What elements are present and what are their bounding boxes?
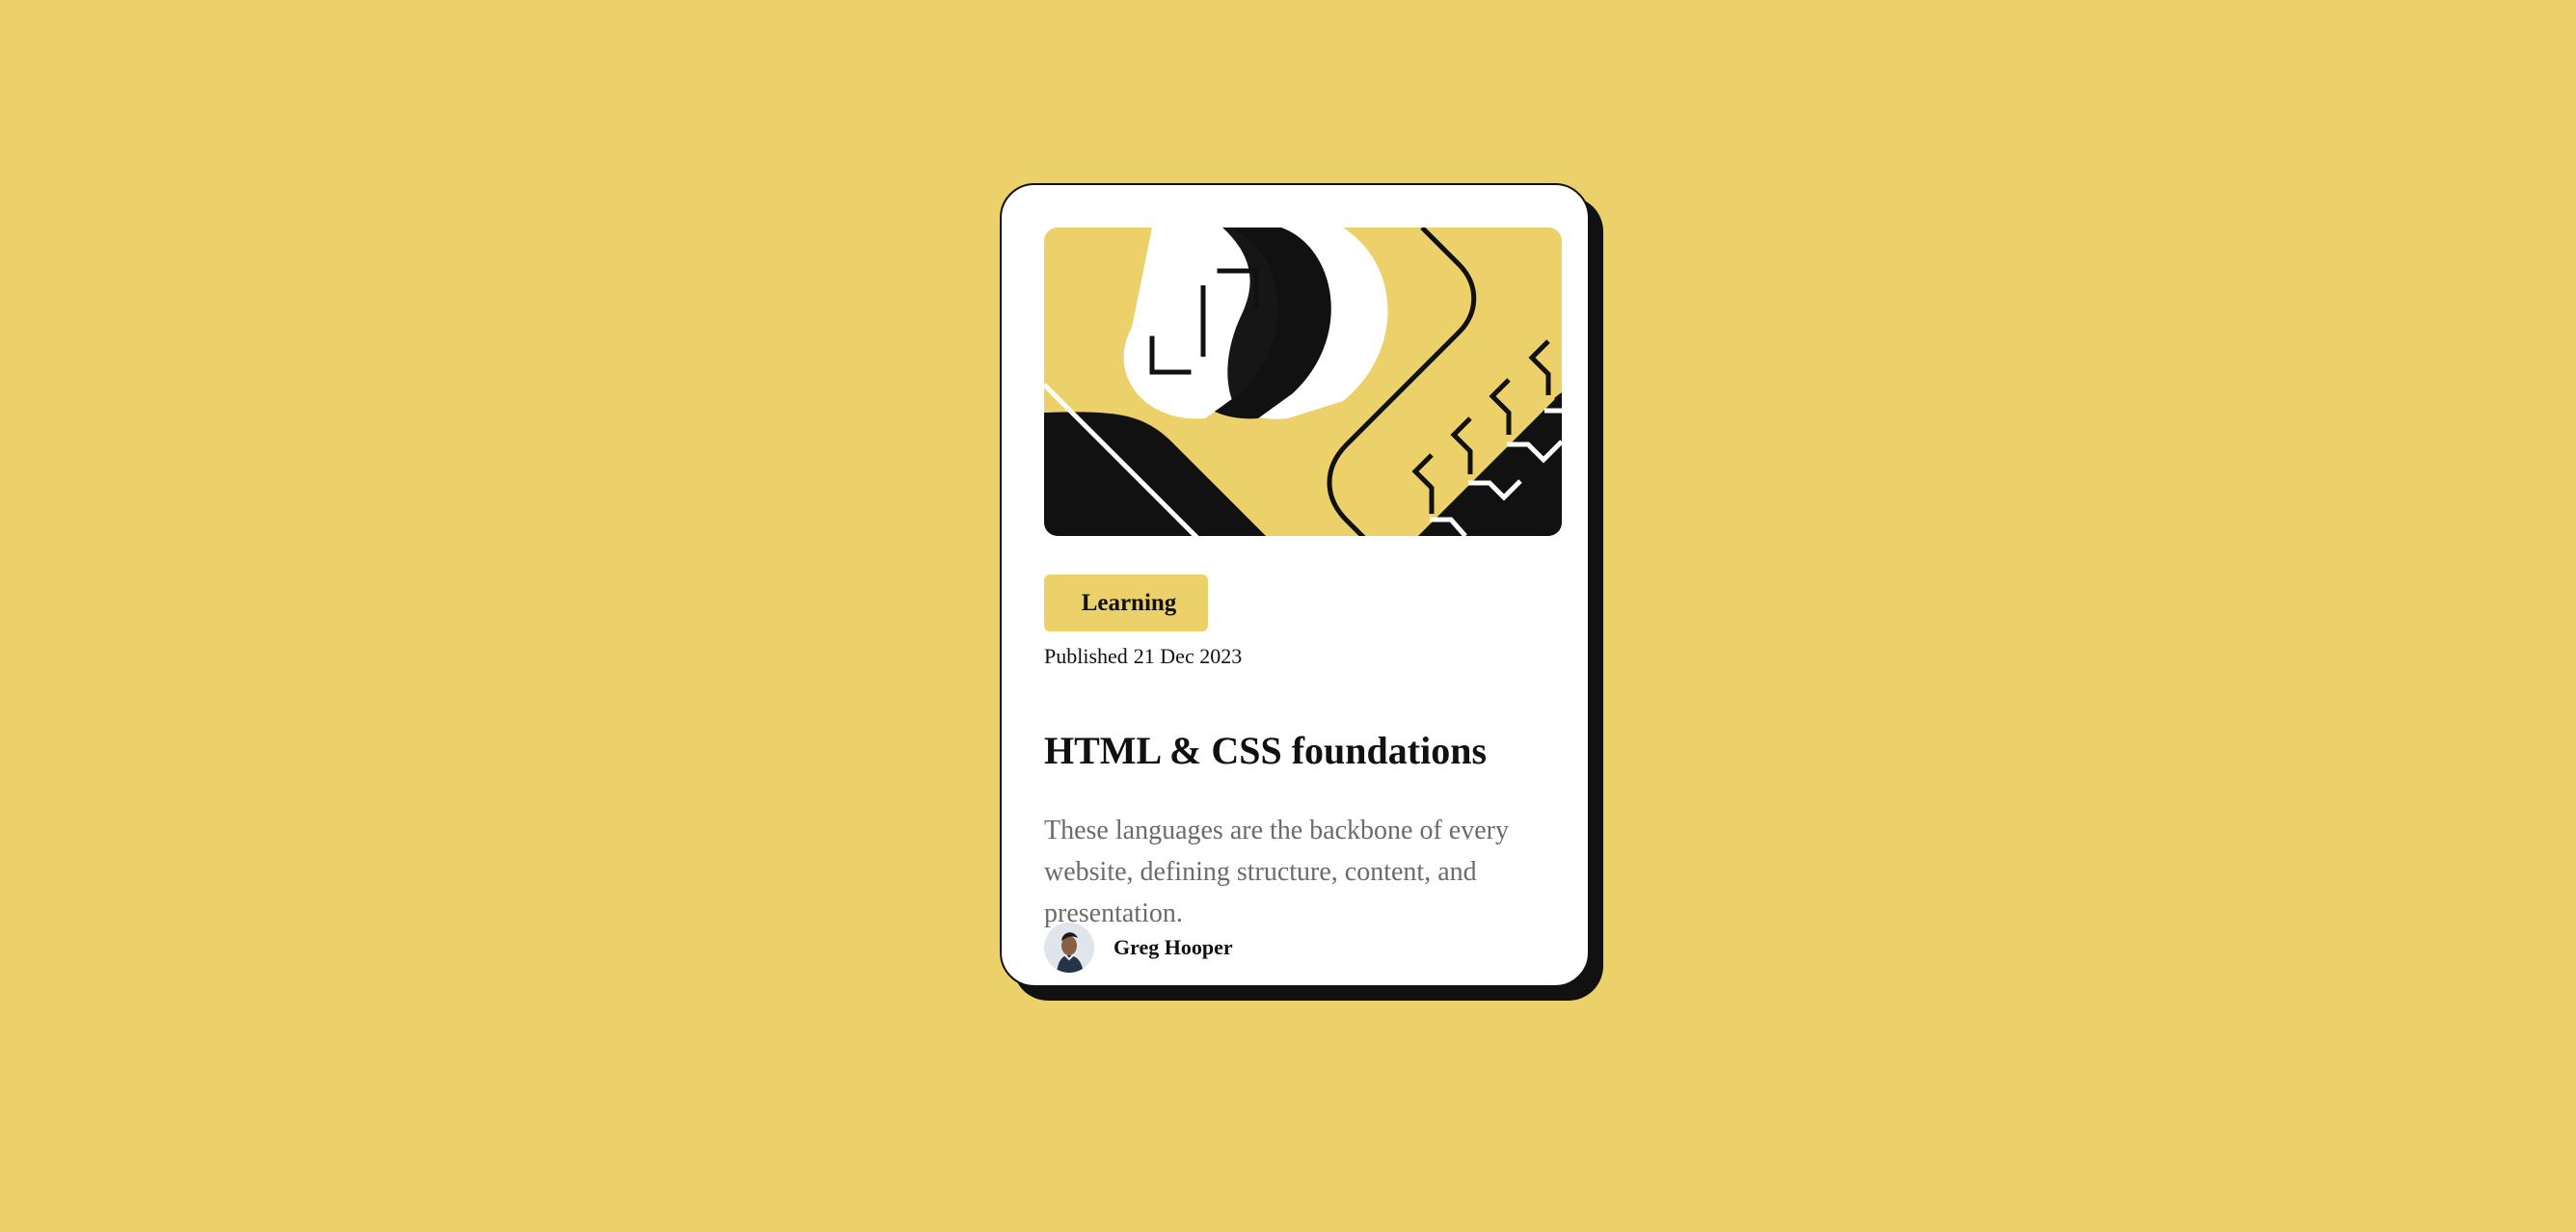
- published-date: Published 21 Dec 2023: [1044, 644, 1242, 673]
- article-title[interactable]: HTML & CSS foundations: [1044, 728, 1584, 774]
- hero-illustration: [1044, 228, 1562, 536]
- author-name[interactable]: Greg Hooper: [1114, 935, 1233, 960]
- blog-preview-card[interactable]: Learning Published 21 Dec 2023 HTML & CS…: [1000, 183, 1590, 987]
- article-excerpt: These languages are the backbone of ever…: [1044, 816, 1509, 928]
- abstract-code-illustration-icon: [1044, 228, 1562, 536]
- published-date-value: 21 Dec 2023: [1133, 644, 1243, 668]
- page-stage: Learning Published 21 Dec 2023 HTML & CS…: [0, 0, 2576, 1232]
- author-block: Greg Hooper: [1044, 923, 1233, 973]
- user-avatar-icon: [1044, 923, 1094, 973]
- category-tag[interactable]: Learning: [1044, 575, 1208, 631]
- published-label: Published: [1044, 644, 1128, 668]
